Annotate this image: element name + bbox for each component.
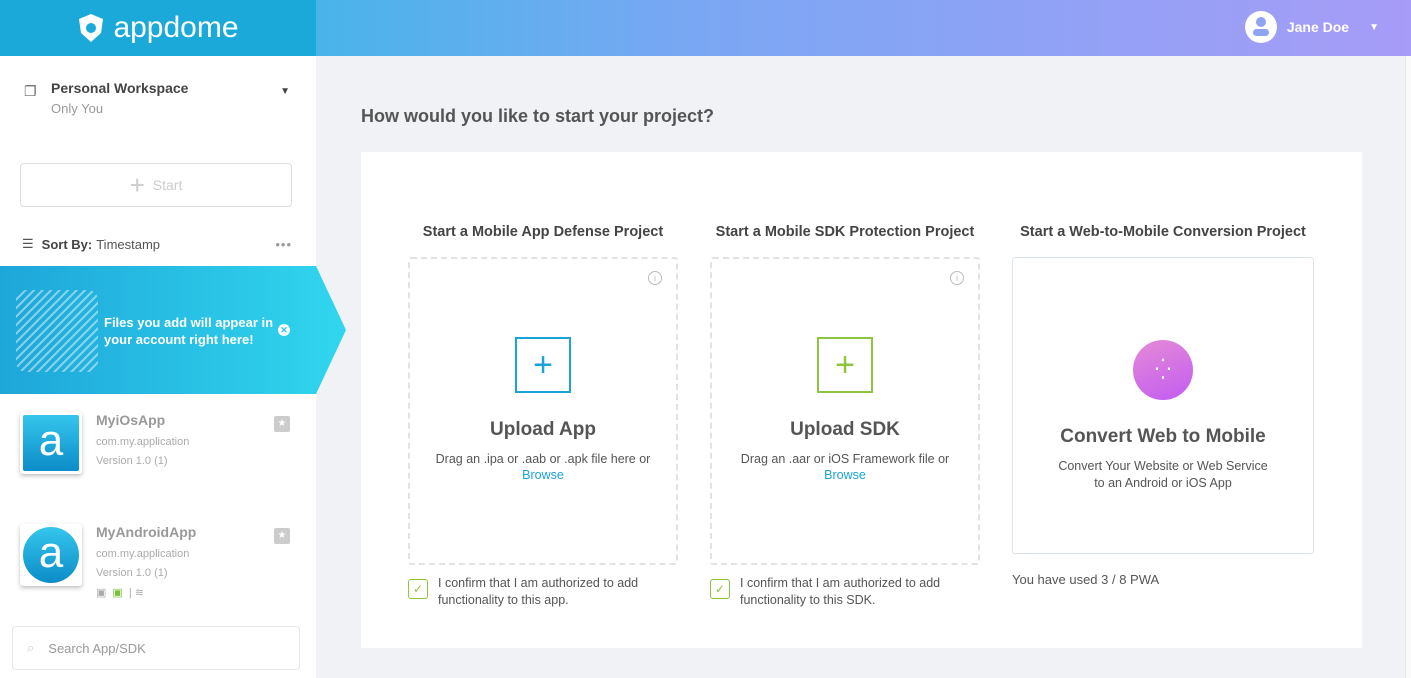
logo[interactable]: appdome [0,0,316,56]
app-name: MyAndroidApp [96,524,196,540]
info-icon[interactable]: i [648,271,662,285]
sort-value: Timestamp [96,237,160,252]
user-menu[interactable]: Jane Doe ▼ [1245,11,1379,43]
star-icon[interactable]: ★ [274,528,290,544]
app-icon: a [20,524,82,586]
chevron-down-icon: ▼ [1369,22,1379,33]
plus-icon: + [817,337,873,393]
upload-app-title: Upload App [410,419,676,441]
app-package: com.my.application [96,436,189,448]
web-to-mobile-column: Start a Web-to-Mobile Conversion Project… [1012,224,1314,587]
list-item[interactable]: a MyAndroidApp com.my.application Versio… [20,524,300,614]
shield-logo-icon [77,13,105,43]
upload-sdk-desc: Drag an .aar or iOS Framework file or [712,451,978,468]
pwa-logo-icon: ⁛ [1133,340,1193,400]
upload-app-desc: Drag an .ipa or .aab or .apk file here o… [410,451,676,468]
start-button[interactable]: + Start [20,163,292,207]
convert-title: Convert Web to Mobile [1013,426,1313,448]
close-icon[interactable]: ✕ [278,324,290,336]
browse-link[interactable]: Browse [410,468,676,482]
chip-icon: ▣ [112,586,122,599]
info-icon[interactable]: i [950,271,964,285]
workspace-icon: ❐ [24,83,37,100]
plus-icon: + [515,337,571,393]
top-bar: Jane Doe ▼ [316,0,1411,56]
search-input[interactable]: ⌕ Search App/SDK [12,626,300,670]
scrollbar[interactable] [1405,56,1411,678]
brand-name: appdome [113,11,238,45]
browse-link[interactable]: Browse [712,468,978,482]
info-banner: Files you add will appear in your accoun… [0,266,346,394]
sidebar: ❐ Personal Workspace Only You ▼ + Start … [0,56,316,678]
workspace-subtitle: Only You [51,101,294,116]
search-icon: ⌕ [27,640,34,656]
confirm-label: I confirm that I am authorized to add fu… [438,575,678,609]
avatar-icon [1245,11,1277,43]
list-item[interactable]: a MyiOsApp com.my.application Version 1.… [20,412,300,502]
column-title: Start a Mobile SDK Protection Project [710,224,980,240]
column-title: Start a Mobile App Defense Project [408,224,678,240]
app-version: Version 1.0 (1) [96,455,168,467]
column-title: Start a Web-to-Mobile Conversion Project [1012,224,1314,240]
upload-app-dropzone[interactable]: i + Upload App Drag an .ipa or .aab or .… [408,257,678,565]
workspace-title: Personal Workspace [51,80,294,96]
confirm-checkbox[interactable]: ✓ [710,579,730,599]
plus-icon: + [130,170,145,201]
upload-sdk-title: Upload SDK [712,419,978,441]
workspace-selector[interactable]: ❐ Personal Workspace Only You ▼ [24,80,294,116]
convert-desc: Convert Your Website or Web Service to a… [1013,458,1313,492]
convert-web-card[interactable]: ⁛ Convert Web to Mobile Convert Your Web… [1012,257,1314,554]
more-options-icon[interactable]: ••• [275,237,292,252]
user-name: Jane Doe [1287,19,1349,35]
start-label: Start [153,177,183,193]
project-options-panel: Start a Mobile App Defense Project i + U… [361,152,1362,648]
search-placeholder: Search App/SDK [48,641,146,656]
confirm-label: I confirm that I am authorized to add fu… [740,575,980,609]
page-title: How would you like to start your project… [361,106,714,127]
wifi-icon: | ≋ [129,586,144,599]
chevron-down-icon: ▼ [280,86,290,97]
confirm-checkbox[interactable]: ✓ [408,579,428,599]
app-defense-column: Start a Mobile App Defense Project i + U… [408,224,678,609]
sort-icon: ☰ [22,236,34,252]
sort-control[interactable]: ☰ Sort By: Timestamp ••• [22,236,292,252]
sort-label: Sort By: [42,237,93,252]
app-package: com.my.application [96,548,189,560]
upload-sdk-dropzone[interactable]: i + Upload SDK Drag an .aar or iOS Frame… [710,257,980,565]
pwa-usage: You have used 3 / 8 PWA [1012,572,1314,587]
android-icon: ▣ [96,586,106,599]
sdk-protection-column: Start a Mobile SDK Protection Project i … [710,224,980,609]
app-name: MyiOsApp [96,412,165,428]
placeholder-thumbnail [16,290,98,372]
app-version: Version 1.0 (1) [96,567,168,579]
app-icon: a [20,412,82,474]
star-icon[interactable]: ★ [274,416,290,432]
banner-text: Files you add will appear in your accoun… [104,314,274,348]
